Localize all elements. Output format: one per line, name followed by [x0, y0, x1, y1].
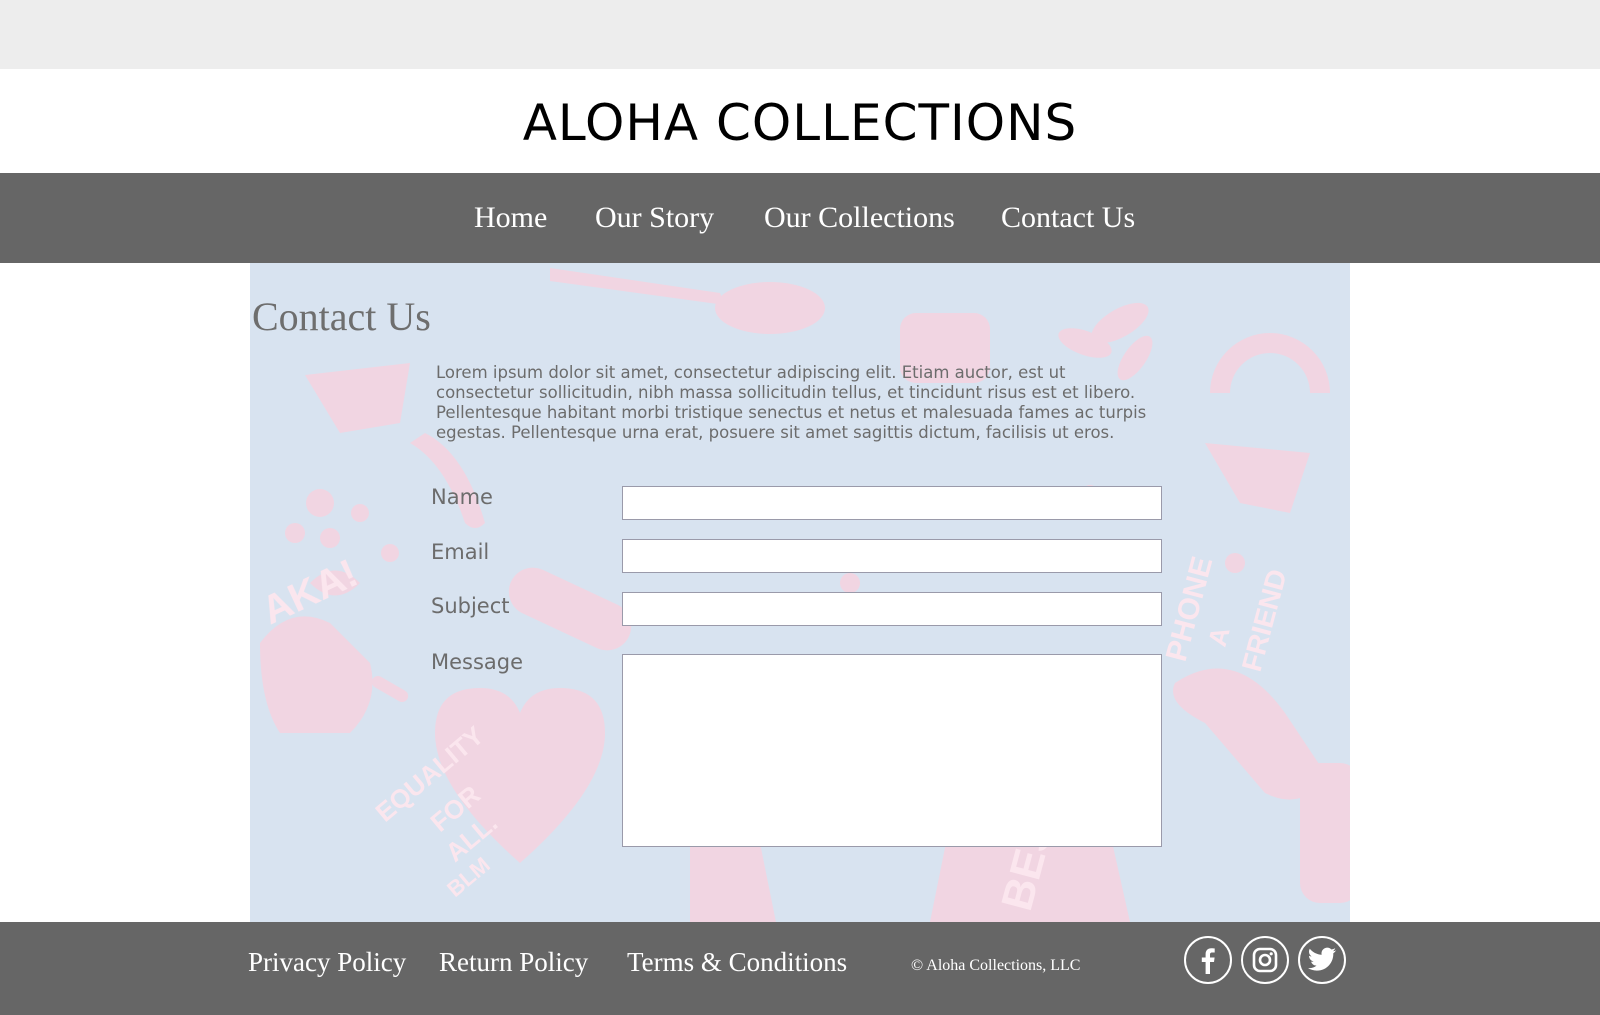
- return-policy-link[interactable]: Return Policy: [439, 946, 588, 978]
- pattern-text-blm: BLM: [442, 852, 495, 902]
- instagram-link[interactable]: [1241, 936, 1289, 984]
- message-label: Message: [431, 650, 524, 674]
- nav-home[interactable]: Home: [474, 200, 547, 236]
- subject-label: Subject: [431, 594, 510, 618]
- facebook-link[interactable]: [1184, 936, 1232, 984]
- intro-paragraph: Lorem ipsum dolor sit amet, consectetur …: [436, 363, 1147, 442]
- instagram-icon: [1252, 947, 1278, 973]
- site-header: ALOHA COLLECTIONS: [0, 69, 1600, 173]
- twitter-link[interactable]: [1298, 936, 1346, 984]
- site-title[interactable]: ALOHA COLLECTIONS: [0, 93, 1600, 153]
- email-field[interactable]: [622, 539, 1162, 573]
- main-nav: Home Our Story Our Collections Contact U…: [0, 173, 1600, 263]
- pattern-text-a: A: [1202, 623, 1236, 649]
- terms-conditions-link[interactable]: Terms & Conditions: [627, 946, 847, 978]
- copyright-text: © Aloha Collections, LLC: [911, 957, 1081, 974]
- contact-section: AKA! EQUALITY FOR ALL. BLM PHONE A FRIEN…: [250, 263, 1350, 922]
- nav-our-collections[interactable]: Our Collections: [764, 200, 955, 236]
- privacy-policy-link[interactable]: Privacy Policy: [248, 946, 406, 978]
- email-label: Email: [431, 540, 490, 564]
- name-label: Name: [431, 485, 493, 509]
- pattern-text-friend: FRIEND: [1236, 566, 1293, 675]
- page-title: Contact Us: [252, 294, 431, 339]
- browser-top-strip: [0, 0, 1600, 69]
- facebook-icon: [1201, 948, 1215, 974]
- site-footer: Privacy Policy Return Policy Terms & Con…: [0, 922, 1600, 1015]
- nav-contact-us[interactable]: Contact Us: [1001, 200, 1135, 236]
- message-field[interactable]: [622, 654, 1162, 847]
- name-field[interactable]: [622, 486, 1162, 520]
- subject-field[interactable]: [622, 592, 1162, 626]
- pattern-text-phone: PHONE: [1160, 553, 1219, 665]
- nav-our-story[interactable]: Our Story: [595, 200, 714, 236]
- twitter-icon: [1307, 947, 1337, 971]
